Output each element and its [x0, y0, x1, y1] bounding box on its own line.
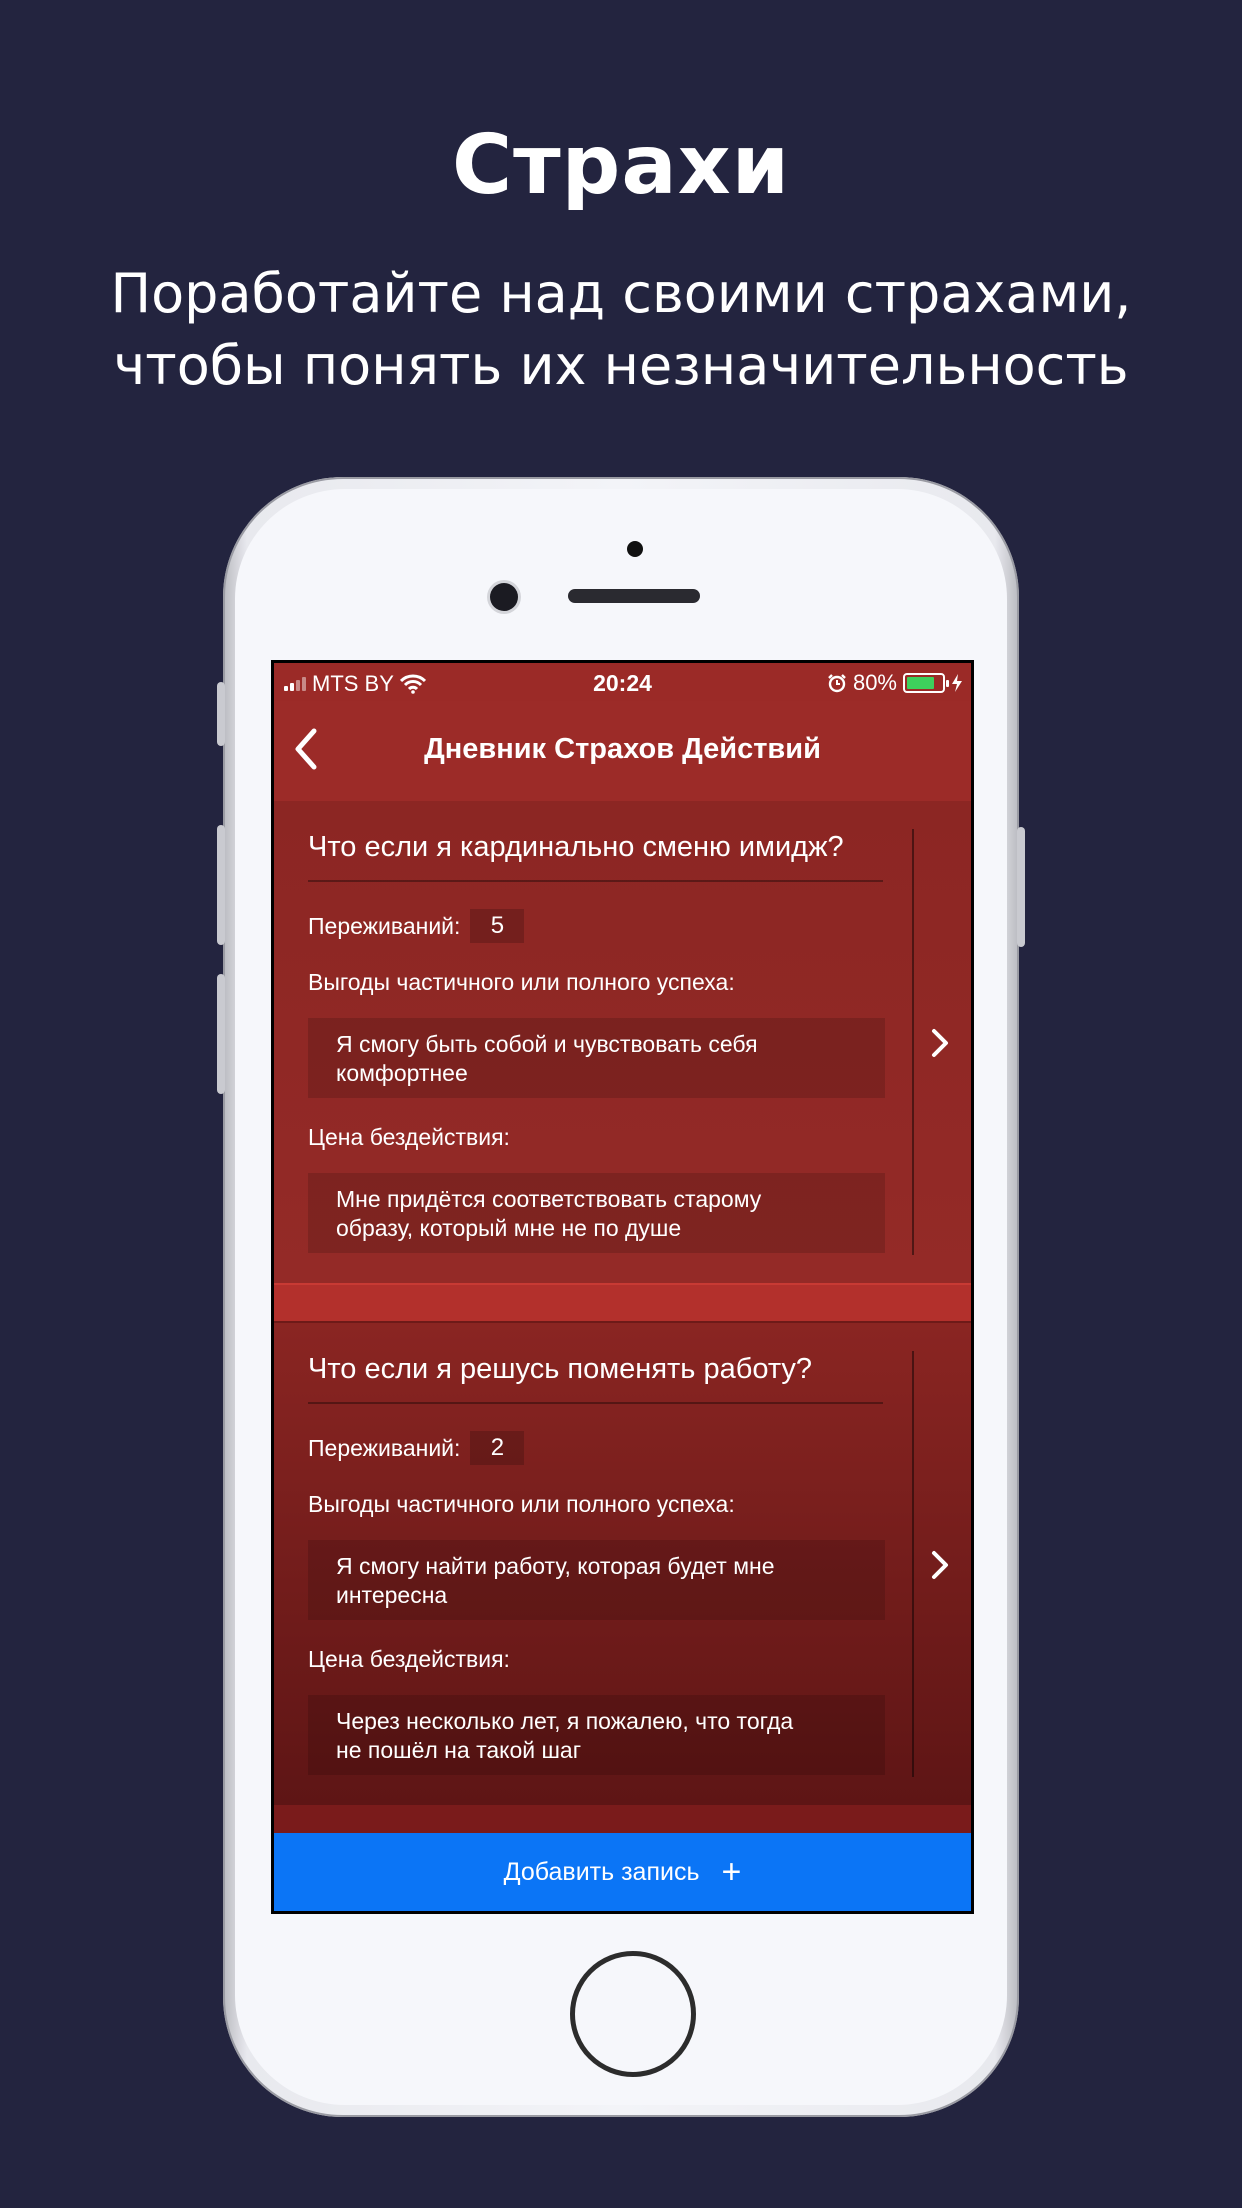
- promo-subtitle-line-2: чтобы понять их незначительность: [113, 334, 1129, 397]
- status-right: 80%: [827, 670, 963, 696]
- cost-text-line-2: образу, который мне не по душе: [336, 1215, 682, 1241]
- cost-label: Цена бездействия:: [308, 1646, 510, 1672]
- experiences-row: Переживаний: 2: [308, 1431, 525, 1465]
- benefits-text-line-2: интересна: [336, 1582, 448, 1608]
- cost-label: Цена бездействия:: [308, 1124, 510, 1150]
- entry-divider: [912, 829, 914, 1255]
- experiences-label: Переживаний:: [308, 1434, 461, 1461]
- chevron-right-icon[interactable]: [926, 1023, 954, 1063]
- entry-card[interactable]: Что если я кардинально сменю имидж? Пере…: [274, 801, 971, 1283]
- app-screen: MTS BY 20:24 80% Дневник Страхов Действи…: [274, 663, 971, 1911]
- benefits-label: Выгоды частичного или полного успеха:: [308, 1491, 735, 1517]
- cost-box: Через несколько лет, я пожалею, что тогд…: [308, 1695, 885, 1775]
- experiences-value: 2: [470, 1431, 525, 1465]
- benefits-text-line-1: Я смогу найти работу, которая будет мне: [336, 1553, 775, 1579]
- entry-separator: [274, 1283, 971, 1323]
- cost-text-line-2: не пошёл на такой шаг: [336, 1737, 582, 1763]
- entries-list[interactable]: Что если я кардинально сменю имидж? Пере…: [274, 801, 971, 1813]
- chevron-right-icon[interactable]: [926, 1545, 954, 1585]
- benefits-box: Я смогу найти работу, которая будет мне …: [308, 1540, 885, 1620]
- mute-switch: [217, 682, 225, 746]
- plus-icon: +: [721, 1853, 742, 1891]
- promo-title: Страхи: [451, 118, 791, 213]
- charging-icon: [952, 674, 962, 692]
- cost-text-line-1: Через несколько лет, я пожалею, что тогд…: [336, 1708, 794, 1734]
- cost-text-line-1: Мне придётся соответствовать старому: [336, 1186, 762, 1212]
- battery-fill: [907, 677, 935, 689]
- experiences-label: Переживаний:: [308, 912, 461, 939]
- battery-icon: [903, 673, 949, 693]
- experiences-row: Переживаний: 5: [308, 909, 525, 943]
- front-camera: [490, 583, 518, 611]
- earpiece-speaker: [568, 589, 700, 603]
- promo-subtitle-line-1: Поработайте над своими страхами,: [110, 262, 1132, 325]
- cost-box: Мне придётся соответствовать старому обр…: [308, 1173, 885, 1253]
- add-entry-label: Добавить запись: [503, 1857, 700, 1886]
- home-button[interactable]: [570, 1951, 696, 2077]
- nav-title: Дневник Страхов Действий: [424, 733, 821, 765]
- add-entry-button[interactable]: Добавить запись +: [274, 1833, 971, 1911]
- proximity-sensor: [627, 541, 643, 557]
- experiences-value: 5: [470, 909, 525, 943]
- volume-down-button: [217, 974, 225, 1094]
- entry-question: Что если я решусь поменять работу?: [308, 1353, 883, 1404]
- benefits-text-line-2: комфортнее: [336, 1060, 468, 1086]
- status-bar: MTS BY 20:24 80%: [274, 663, 971, 701]
- phone-screen: MTS BY 20:24 80% Дневник Страхов Действи…: [271, 660, 974, 1914]
- battery-percent: 80%: [852, 670, 897, 695]
- entry-question: Что если я кардинально сменю имидж?: [308, 831, 883, 882]
- nav-bar: Дневник Страхов Действий: [274, 701, 971, 801]
- entry-card[interactable]: Что если я решусь поменять работу? Переж…: [274, 1323, 971, 1805]
- volume-up-button: [217, 825, 225, 945]
- alarm-icon: [828, 674, 846, 693]
- benefits-box: Я смогу быть собой и чувствовать себя ко…: [308, 1018, 885, 1098]
- promo-subtitle: Поработайте над своими страхами, чтобы п…: [0, 258, 1242, 402]
- benefits-label: Выгоды частичного или полного успеха:: [308, 969, 735, 995]
- benefits-text-line-1: Я смогу быть собой и чувствовать себя: [336, 1031, 758, 1057]
- power-button: [1017, 827, 1025, 947]
- entry-divider: [912, 1351, 914, 1777]
